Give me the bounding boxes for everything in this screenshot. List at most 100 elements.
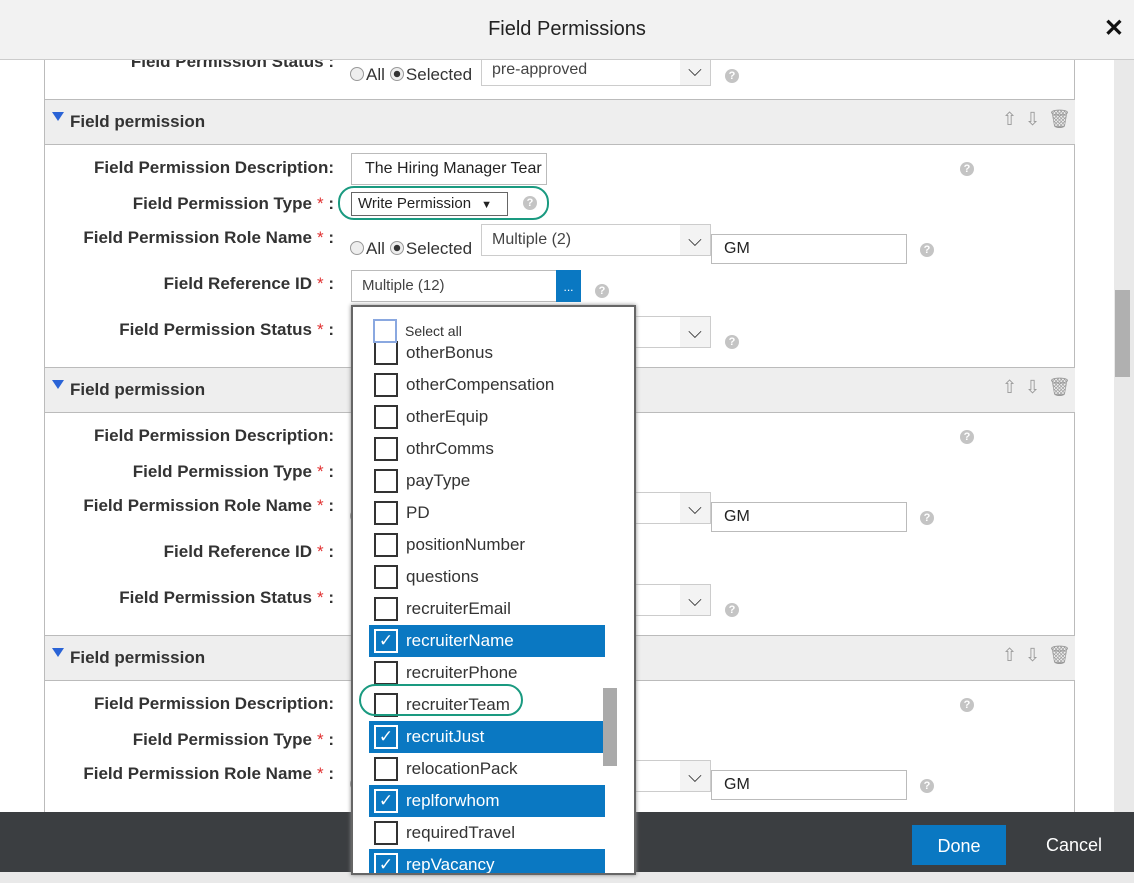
move-up-icon[interactable]: ⇧	[1002, 109, 1017, 130]
collapse-triangle-icon[interactable]	[52, 380, 64, 389]
list-item[interactable]: PD	[369, 497, 605, 529]
select-all-item[interactable]: Select all	[353, 317, 593, 345]
checkbox[interactable]	[374, 597, 398, 621]
help-icon[interactable]: ?	[960, 698, 974, 712]
radio-selected[interactable]	[389, 67, 404, 81]
dialog-scrollbar[interactable]	[1115, 290, 1130, 377]
checkbox[interactable]	[374, 437, 398, 461]
list-item[interactable]: requiredTravel	[369, 817, 605, 849]
required-marker: *	[316, 194, 324, 213]
checkbox-checked[interactable]: ✓	[374, 789, 398, 813]
label-colon: :	[323, 60, 334, 71]
trash-icon[interactable]: 🗑	[1048, 645, 1071, 666]
list-item-label: replforwhom	[406, 791, 500, 810]
role-text-input[interactable]: GM	[711, 234, 907, 264]
list-item[interactable]: questions	[369, 561, 605, 593]
role-text-input[interactable]: GM	[711, 502, 907, 532]
checkbox[interactable]	[374, 821, 398, 845]
list-item[interactable]: ✓ repVacancy	[369, 849, 605, 873]
list-item[interactable]: recruiterEmail	[369, 593, 605, 625]
section-header[interactable]: Field permission ⇧ ⇩ 🗑	[45, 99, 1075, 145]
trash-icon[interactable]: 🗑	[1048, 109, 1071, 130]
list-item[interactable]: otherEquip	[369, 401, 605, 433]
move-up-icon[interactable]: ⇧	[1002, 645, 1017, 666]
help-icon[interactable]: ?	[725, 603, 739, 617]
label-text: Field Permission Description:	[94, 694, 334, 713]
checkbox-checked[interactable]: ✓	[374, 725, 398, 749]
dropdown-scrollbar[interactable]	[603, 688, 617, 766]
checkbox[interactable]	[374, 757, 398, 781]
move-down-icon[interactable]: ⇩	[1025, 645, 1040, 666]
close-icon[interactable]: ✕	[1104, 14, 1124, 43]
label-colon: :	[323, 764, 334, 783]
label-colon: :	[323, 496, 334, 515]
done-button[interactable]: Done	[912, 825, 1006, 865]
checkbox[interactable]	[374, 405, 398, 429]
list-item[interactable]: relocationPack	[369, 753, 605, 785]
reference-id-input[interactable]: Multiple (12)	[351, 270, 581, 302]
collapse-triangle-icon[interactable]	[52, 648, 64, 657]
list-item[interactable]: ✓ replforwhom	[369, 785, 605, 817]
chevron-down-icon[interactable]: ⌵	[680, 225, 710, 255]
role-text-input[interactable]: GM	[711, 770, 907, 800]
help-icon[interactable]: ?	[920, 779, 934, 793]
role-select[interactable]: Multiple (2) ⌵	[481, 224, 711, 256]
help-icon[interactable]: ?	[725, 335, 739, 349]
checkbox[interactable]	[374, 373, 398, 397]
label-text: Field Permission Status	[119, 588, 312, 607]
chevron-down-icon[interactable]: ⌵	[680, 761, 710, 791]
help-icon[interactable]: ?	[920, 511, 934, 525]
ellipsis-button[interactable]: ...	[556, 270, 581, 302]
checkbox[interactable]	[374, 469, 398, 493]
label-text: Field Permission Type	[132, 194, 312, 213]
chevron-down-icon[interactable]: ⌵	[680, 317, 710, 347]
move-up-icon[interactable]: ⇧	[1002, 377, 1017, 398]
list-item[interactable]: positionNumber	[369, 529, 605, 561]
required-marker: *	[316, 228, 324, 247]
field-label-desc: Field Permission Description:	[94, 158, 334, 178]
help-icon[interactable]: ?	[725, 69, 739, 83]
radio-all[interactable]	[350, 241, 364, 255]
required-marker: *	[316, 462, 324, 481]
all-selected-radio[interactable]: All Selected	[350, 239, 472, 259]
label-text: Field Permission Description:	[94, 158, 334, 177]
chevron-down-icon[interactable]: ⌵	[680, 60, 710, 85]
radio-selected[interactable]	[389, 241, 404, 255]
list-item-label: otherBonus	[406, 343, 493, 362]
help-icon[interactable]: ?	[960, 430, 974, 444]
move-down-icon[interactable]: ⇩	[1025, 377, 1040, 398]
cancel-button[interactable]: Cancel	[1046, 835, 1102, 856]
chevron-down-icon[interactable]: ⌵	[680, 493, 710, 523]
all-selected-radio[interactable]: All Selected	[350, 65, 472, 85]
move-down-icon[interactable]: ⇩	[1025, 109, 1040, 130]
checkbox[interactable]	[374, 533, 398, 557]
list-item-label: relocationPack	[406, 759, 518, 778]
help-icon[interactable]: ?	[595, 284, 609, 298]
required-marker: *	[316, 320, 324, 339]
list-item[interactable]: payType	[369, 465, 605, 497]
required-marker: *	[316, 542, 324, 561]
list-item-label: recruitJust	[406, 727, 485, 746]
help-icon[interactable]: ?	[960, 162, 974, 176]
chevron-down-icon[interactable]: ⌵	[680, 585, 710, 615]
list-item[interactable]: ✓ recruitJust	[369, 721, 605, 753]
checkbox-checked[interactable]: ✓	[374, 629, 398, 653]
list-item-label: recruiterPhone	[406, 663, 518, 682]
checkbox[interactable]	[374, 661, 398, 685]
trash-icon[interactable]: 🗑	[1048, 377, 1071, 398]
checkbox[interactable]	[374, 565, 398, 589]
radio-selected-label: Selected	[405, 239, 473, 258]
list-item[interactable]: otherCompensation	[369, 369, 605, 401]
list-item[interactable]: othrComms	[369, 433, 605, 465]
help-icon[interactable]: ?	[920, 243, 934, 257]
collapse-triangle-icon[interactable]	[52, 112, 64, 121]
radio-all[interactable]	[350, 67, 364, 81]
checkbox[interactable]	[374, 501, 398, 525]
checkbox-checked[interactable]: ✓	[374, 853, 398, 873]
list-item[interactable]: ✓ recruiterName	[369, 625, 605, 657]
field-label-desc: Field Permission Description:	[94, 426, 334, 446]
label-colon: :	[323, 320, 334, 339]
description-input[interactable]: The Hiring Manager Tear	[351, 153, 547, 185]
select-all-checkbox[interactable]	[373, 319, 397, 343]
status-select[interactable]: pre-approved ⌵	[481, 60, 711, 86]
